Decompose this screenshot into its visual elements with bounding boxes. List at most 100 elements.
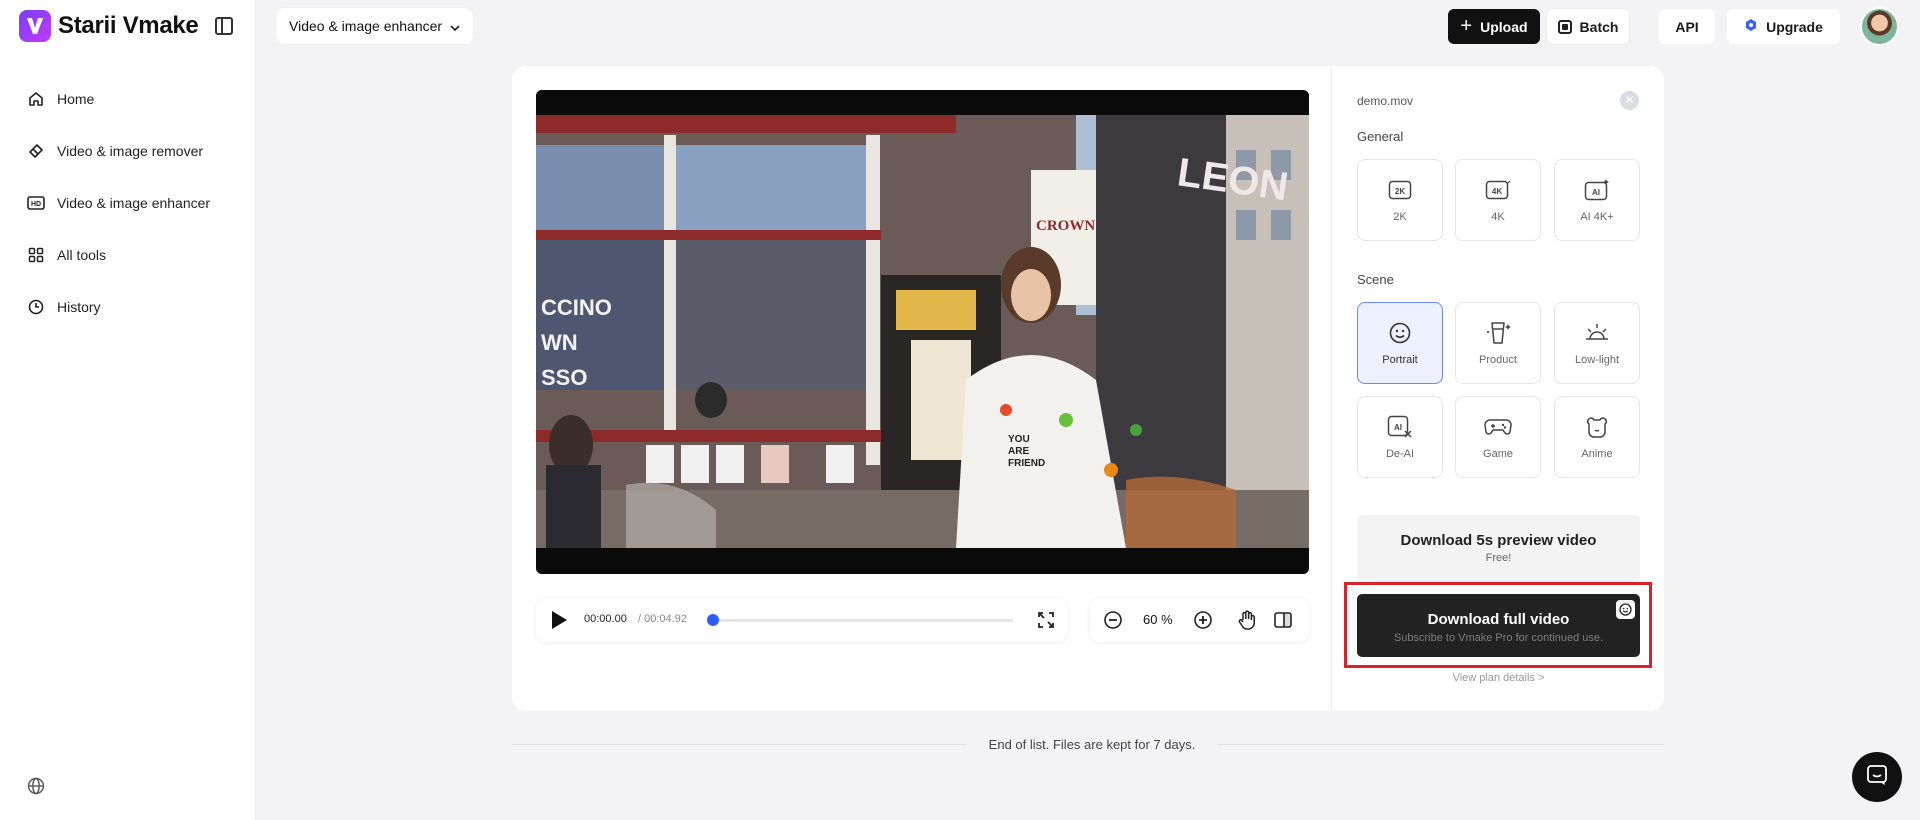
compare-split-icon[interactable] [1273,610,1293,635]
svg-text:2K: 2K [1395,187,1405,196]
logo[interactable]: Starii Vmake [19,10,199,42]
ai-4k-icon: AI [1584,177,1610,203]
hd-icon: HD [26,193,46,213]
sidebar-item-all-tools[interactable]: All tools [0,229,256,281]
svg-text:YOU: YOU [1008,434,1030,445]
option-4k[interactable]: 4K 4K [1455,159,1541,241]
batch-label: Batch [1579,18,1619,35]
sidebar: Starii Vmake Home Video & image remover … [0,0,256,820]
svg-text:HD: HD [31,201,41,208]
sidebar-item-label: Video & image remover [57,143,204,159]
upload-button[interactable]: + Upload [1448,9,1540,44]
scene-product[interactable]: Product [1455,302,1541,384]
divider [1217,744,1664,745]
sidebar-nav: Home Video & image remover HD Video & im… [0,73,256,333]
sidebar-item-enhancer[interactable]: HD Video & image enhancer [0,177,256,229]
smile-icon [1388,320,1412,346]
batch-button[interactable]: Batch [1547,9,1629,44]
option-label: De-AI [1385,448,1415,460]
plus-icon: + [1460,15,1473,37]
highlight-box [1344,582,1652,668]
close-icon[interactable]: ✕ [1620,91,1639,110]
sidebar-toggle-icon[interactable] [215,17,233,35]
scene-anime[interactable]: Anime [1554,396,1640,478]
svg-text:4K: 4K [1492,187,1502,196]
option-label: Anime [1581,448,1613,460]
end-of-list-text: End of list. Files are kept for 7 days. [988,737,1196,752]
tool-select-label: Video & image enhancer [289,18,443,34]
progress-track[interactable] [710,619,1013,622]
zoom-value: 60 % [1143,612,1173,627]
grid-icon [26,245,46,265]
download-preview-button[interactable]: Download 5s preview video Free! [1357,515,1640,583]
option-ai-4k-plus[interactable]: AI AI 4K+ [1554,159,1640,241]
option-label: Low-light [1574,354,1620,366]
play-icon[interactable] [552,611,567,629]
svg-text:ARE: ARE [1008,446,1029,457]
progress-thumb[interactable] [707,614,719,626]
upgrade-gem-icon [1744,18,1758,35]
video-player-controls: 00:00.00 / 00:04.92 [536,598,1067,642]
zoom-controls: 60 % [1090,598,1309,642]
tool-select-dropdown[interactable]: Video & image enhancer [276,8,474,44]
sunrise-icon [1583,320,1611,346]
file-name: demo.mov [1357,94,1414,108]
upgrade-label: Upgrade [1766,18,1823,35]
svg-text:AI: AI [1592,188,1600,197]
video-sign-crown: CROWN [1036,218,1095,234]
svg-text:FRIEND: FRIEND [1008,458,1045,469]
svg-text:AI: AI [1394,423,1402,432]
app-name: Starii Vmake [58,12,199,39]
sidebar-item-label: All tools [57,247,107,263]
sidebar-item-history[interactable]: History [0,281,256,333]
option-label: AI 4K+ [1580,211,1614,223]
product-cup-icon [1484,320,1512,346]
download-preview-subtitle: Free! [1485,552,1512,564]
zoom-out-icon[interactable] [1103,610,1123,635]
scene-low-light[interactable]: Low-light [1554,302,1640,384]
zoom-in-icon[interactable] [1193,610,1213,635]
option-label: 2K [1393,211,1407,223]
view-plan-link[interactable]: View plan details > [1357,672,1640,684]
sidebar-item-label: Video & image enhancer [57,195,211,211]
upgrade-button[interactable]: Upgrade [1727,9,1840,44]
chat-icon [1865,763,1889,792]
upload-label: Upload [1480,18,1528,35]
gamepad-icon [1484,414,1512,440]
sidebar-item-label: History [57,299,101,315]
chat-button[interactable] [1852,752,1902,802]
option-label: Game [1483,448,1513,460]
bear-face-icon [1584,414,1610,440]
panel-divider [1331,66,1332,711]
de-ai-icon: AI [1387,414,1413,440]
video-window-text: SSO [541,365,587,390]
option-label: 4K [1491,211,1505,223]
clock-icon [26,297,46,317]
logo-mark-icon [19,10,51,42]
scene-game[interactable]: Game [1455,396,1541,478]
video-window-text: CCINO [541,295,612,320]
current-time: 00:00.00 [584,613,627,625]
home-icon [26,89,46,109]
sidebar-item-label: Home [57,91,95,107]
download-preview-title: Download 5s preview video [1400,532,1597,549]
globe-icon[interactable] [27,777,45,800]
api-button[interactable]: API [1659,9,1715,44]
api-label: API [1675,18,1699,35]
video-preview[interactable]: LEON CROWN CCINO WN SSO YOU ARE FRIEND [536,90,1309,574]
scene-de-ai[interactable]: AI De-AI [1357,396,1443,478]
video-window-text: WN [541,330,578,355]
divider [512,744,967,745]
user-avatar[interactable] [1860,7,1899,46]
sidebar-item-home[interactable]: Home [0,73,256,125]
scene-portrait[interactable]: Portrait [1357,302,1443,384]
hand-pan-icon[interactable] [1236,609,1258,636]
option-label: Portrait [1382,354,1418,366]
option-2k[interactable]: 2K 2K [1357,159,1443,241]
sidebar-item-remover[interactable]: Video & image remover [0,125,256,177]
2k-icon: 2K [1388,177,1412,203]
chevron-down-icon [450,18,460,34]
4k-icon: 4K [1485,177,1511,203]
fullscreen-icon[interactable] [1037,611,1055,634]
total-time: / 00:04.92 [638,613,687,625]
